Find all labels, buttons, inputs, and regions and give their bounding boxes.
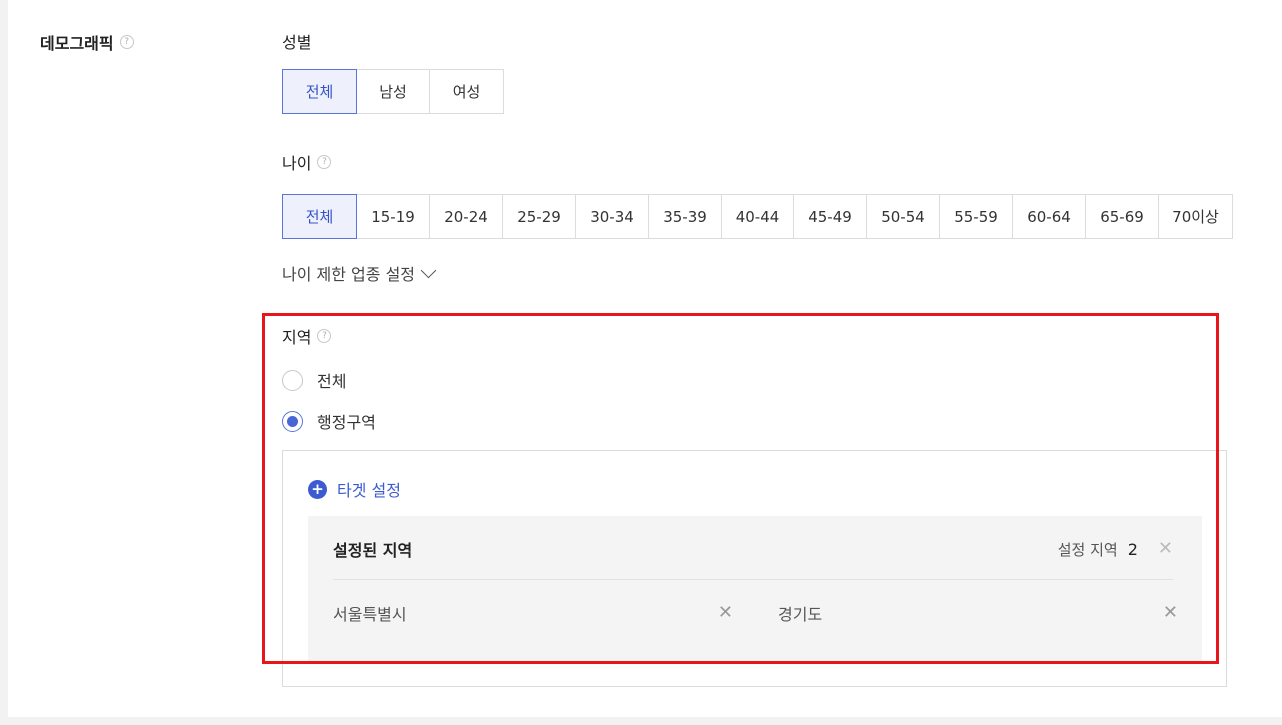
gender-option-male[interactable]: 남성	[356, 69, 430, 114]
age-restrict-label: 나이 제한 업종 설정	[282, 265, 416, 284]
age-label: 나이 ?	[282, 150, 332, 174]
age-option[interactable]: 40-44	[721, 194, 794, 239]
left-edge	[0, 0, 8, 725]
region-radio-all[interactable]: 전체	[282, 368, 346, 392]
age-option[interactable]: 55-59	[939, 194, 1013, 239]
clear-all-icon[interactable]: ✕	[1158, 540, 1173, 558]
remove-icon[interactable]: ✕	[718, 604, 733, 622]
radio-label: 행정구역	[317, 413, 376, 432]
age-option[interactable]: 35-39	[648, 194, 722, 239]
help-icon[interactable]: ?	[119, 35, 134, 49]
gender-segment: 전체 남성 여성	[282, 69, 504, 114]
section-title-label: 데모그래픽	[40, 34, 114, 53]
age-option[interactable]: 25-29	[502, 194, 576, 239]
radio-button[interactable]	[282, 369, 303, 391]
region-panel-title: 설정된 지역	[333, 541, 413, 560]
region-label-text: 지역	[282, 328, 312, 347]
age-segment: 전체 15-19 20-24 25-29 30-34 35-39 40-44 45-49 50-…	[282, 194, 1233, 239]
region-count: 설정 지역 2 ✕	[1058, 539, 1173, 560]
age-option[interactable]: 70이상	[1158, 194, 1233, 239]
plus-icon: +	[308, 479, 327, 499]
gender-label: 성별	[282, 29, 311, 53]
region-count-label: 설정 지역	[1057, 540, 1118, 559]
remove-icon[interactable]: ✕	[1163, 604, 1178, 622]
age-option[interactable]: 20-24	[429, 194, 503, 239]
region-item: 경기도 ✕	[778, 601, 1178, 625]
gender-option-all[interactable]: 전체	[282, 69, 357, 114]
divider	[333, 579, 1173, 580]
age-option[interactable]: 전체	[282, 194, 357, 239]
target-box: + 타겟 설정 설정된 지역 설정 지역 2 ✕ 서울특별시 ✕ 경기도 ✕	[282, 450, 1227, 687]
selected-region-panel: 설정된 지역 설정 지역 2 ✕ 서울특별시 ✕ 경기도 ✕	[308, 516, 1202, 661]
age-option[interactable]: 50-54	[866, 194, 940, 239]
chevron-down-icon	[420, 262, 437, 278]
gender-option-female[interactable]: 여성	[429, 69, 504, 114]
region-header: 설정된 지역 설정 지역 2 ✕	[333, 537, 1173, 561]
target-setting-button[interactable]: + 타겟 설정	[308, 477, 401, 501]
gender-label-text: 성별	[282, 33, 312, 52]
region-item: 서울특별시 ✕	[333, 601, 733, 625]
radio-label: 전체	[317, 372, 347, 391]
age-restrict-toggle[interactable]: 나이 제한 업종 설정	[282, 261, 437, 285]
region-radio-admin[interactable]: 행정구역	[282, 409, 376, 433]
region-item-label: 서울특별시	[333, 605, 407, 624]
target-setting-label: 타겟 설정	[337, 481, 401, 500]
region-count-value: 2	[1127, 539, 1138, 559]
age-label-text: 나이	[282, 154, 312, 173]
age-option[interactable]: 45-49	[793, 194, 867, 239]
radio-button[interactable]	[282, 410, 303, 432]
age-option[interactable]: 60-64	[1012, 194, 1086, 239]
region-item-label: 경기도	[778, 605, 823, 624]
age-option[interactable]: 65-69	[1085, 194, 1159, 239]
help-icon[interactable]: ?	[317, 329, 332, 343]
age-option[interactable]: 30-34	[575, 194, 649, 239]
help-icon[interactable]: ?	[317, 155, 332, 169]
age-option[interactable]: 15-19	[356, 194, 430, 239]
demographic-panel: 데모그래픽 ? 성별 전체 남성 여성 나이 ? 전체 15-19 20-24 25-…	[8, 0, 1282, 717]
region-label: 지역 ?	[282, 324, 332, 348]
section-title: 데모그래픽 ?	[40, 30, 134, 54]
